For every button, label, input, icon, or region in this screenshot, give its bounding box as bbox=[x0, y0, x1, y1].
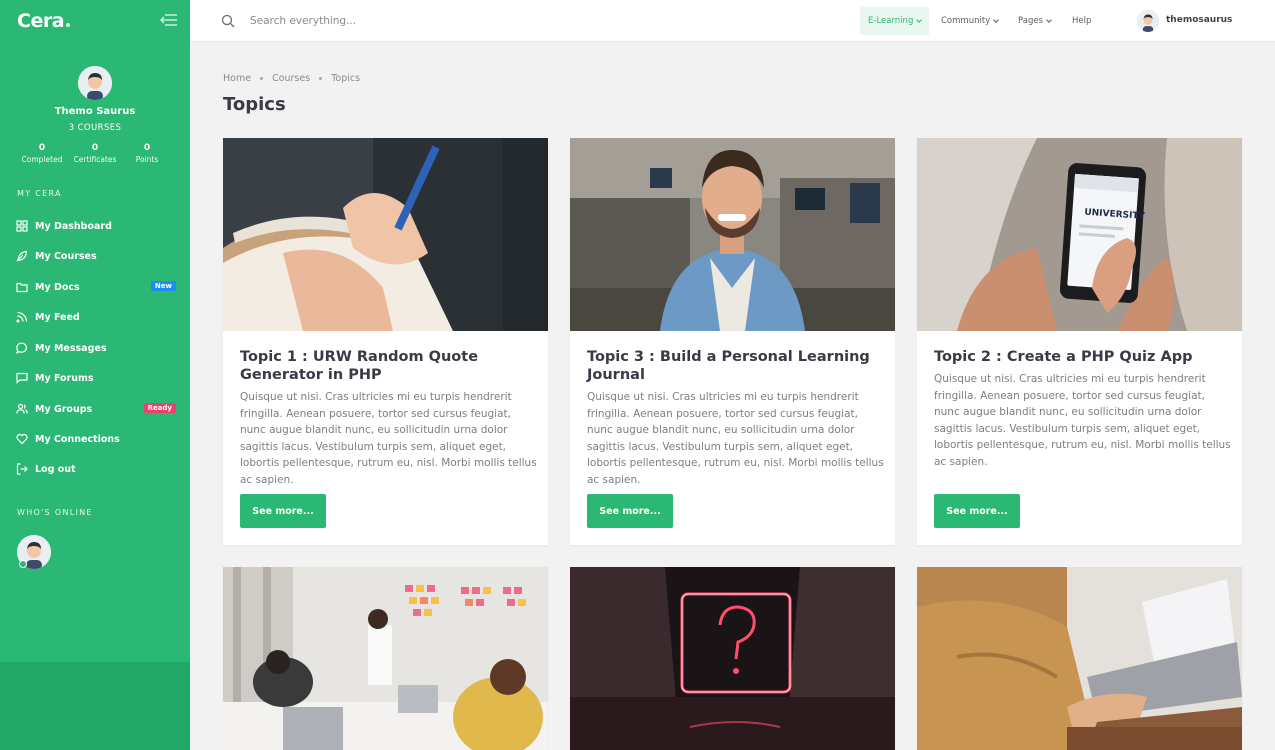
ready-badge: Ready bbox=[143, 403, 176, 413]
topic-image-phone[interactable]: UNIVERSITY bbox=[917, 138, 1242, 331]
topic-title[interactable]: Topic 3 : Build a Personal Learning Jour… bbox=[587, 348, 877, 384]
sidebar-item-courses[interactable]: My Courses bbox=[16, 246, 178, 266]
user-name[interactable]: themosaurus bbox=[1166, 15, 1232, 25]
new-badge: New bbox=[150, 281, 176, 291]
sidebar-footer-band bbox=[0, 662, 190, 750]
breadcrumb-home[interactable]: Home bbox=[223, 73, 251, 84]
breadcrumb-courses[interactable]: Courses bbox=[272, 73, 310, 84]
chevron-down-icon bbox=[993, 16, 1000, 23]
search-input[interactable] bbox=[250, 11, 550, 31]
see-more-button[interactable]: See more... bbox=[587, 494, 673, 528]
topic-card bbox=[570, 567, 895, 750]
user-avatar[interactable] bbox=[1137, 10, 1159, 32]
topic-image-writing[interactable] bbox=[223, 138, 548, 331]
sidebar-item-groups[interactable]: My Groups Ready bbox=[16, 399, 178, 419]
users-icon bbox=[16, 403, 28, 414]
brand-logo[interactable]: Cera bbox=[17, 10, 71, 32]
topic-image-laptop[interactable] bbox=[917, 567, 1242, 750]
section-title-whos-online: WHO'S ONLINE bbox=[17, 508, 93, 517]
breadcrumb-topics: Topics bbox=[331, 73, 361, 84]
page-title: Topics bbox=[223, 94, 286, 115]
topic-image-question-neon[interactable] bbox=[570, 567, 895, 750]
stat-completed: 0 Completed bbox=[21, 143, 63, 164]
profile-course-count: 3 COURSES bbox=[68, 123, 122, 133]
sidebar-item-connections[interactable]: My Connections bbox=[16, 429, 178, 449]
menu-community[interactable]: Community bbox=[933, 7, 1006, 35]
chevron-down-icon bbox=[1046, 16, 1052, 23]
topic-title[interactable]: Topic 1 : URW Random Quote Generator in … bbox=[240, 348, 530, 384]
menu-e-learning[interactable]: E-Learning bbox=[860, 7, 930, 35]
message-square-icon bbox=[16, 372, 28, 384]
rss-icon bbox=[16, 311, 28, 323]
see-more-button[interactable]: See more... bbox=[934, 494, 1020, 528]
topic-excerpt: Quisque ut nisi. Cras ultricies mi eu tu… bbox=[587, 391, 884, 486]
topic-excerpt: Quisque ut nisi. Cras ultricies mi eu tu… bbox=[240, 391, 537, 486]
collapse-menu-icon[interactable] bbox=[160, 13, 178, 27]
message-circle-icon bbox=[16, 342, 27, 354]
sidebar-item-messages[interactable]: My Messages bbox=[16, 338, 178, 358]
heart-icon bbox=[16, 433, 28, 445]
sidebar-item-dashboard[interactable]: My Dashboard bbox=[16, 216, 178, 236]
topic-card bbox=[917, 567, 1242, 750]
profile-avatar[interactable] bbox=[78, 66, 112, 100]
topic-card: UNIVERSITY Topic 2 : Create a PHP Quiz A… bbox=[917, 138, 1242, 545]
breadcrumb: Home Courses Topics bbox=[223, 73, 360, 84]
search-icon[interactable] bbox=[221, 14, 235, 28]
topic-card: Topic 1 : URW Random Quote Generator in … bbox=[223, 138, 548, 545]
sidebar-item-logout[interactable]: Log out bbox=[16, 459, 178, 479]
profile-name: Themo Saurus bbox=[54, 106, 136, 117]
feather-icon bbox=[16, 250, 28, 262]
see-more-button[interactable]: See more... bbox=[240, 494, 326, 528]
topic-image-smiling-man[interactable] bbox=[570, 138, 895, 331]
menu-pages[interactable]: Pages bbox=[1010, 7, 1059, 35]
stat-points: 0 Points bbox=[135, 143, 159, 164]
topic-card bbox=[223, 567, 548, 750]
topic-excerpt: Quisque ut nisi. Cras ultricies mi eu tu… bbox=[934, 373, 1231, 468]
top-bar: E-Learning Community Pages Help themosau… bbox=[190, 0, 1275, 42]
menu-help[interactable]: Help bbox=[1064, 7, 1099, 35]
topic-image-meeting[interactable] bbox=[223, 567, 548, 750]
online-status-dot bbox=[19, 560, 27, 568]
topic-title[interactable]: Topic 2 : Create a PHP Quiz App bbox=[934, 348, 1224, 366]
section-title-my-cera: MY CERA bbox=[17, 189, 62, 198]
topic-card: Topic 3 : Build a Personal Learning Jour… bbox=[570, 138, 895, 545]
sidebar-item-docs[interactable]: My Docs New bbox=[16, 277, 178, 297]
log-out-icon bbox=[16, 463, 28, 475]
sidebar-item-forums[interactable]: My Forums bbox=[16, 368, 178, 388]
grid-icon bbox=[16, 220, 28, 232]
chevron-down-icon bbox=[916, 16, 923, 23]
sidebar-item-feed[interactable]: My Feed bbox=[16, 307, 178, 327]
folder-icon bbox=[16, 282, 28, 293]
sidebar: Cera Themo Saurus 3 COURSES 0 Completed 0… bbox=[0, 0, 190, 750]
stat-certificates: 0 Certificates bbox=[73, 143, 117, 164]
